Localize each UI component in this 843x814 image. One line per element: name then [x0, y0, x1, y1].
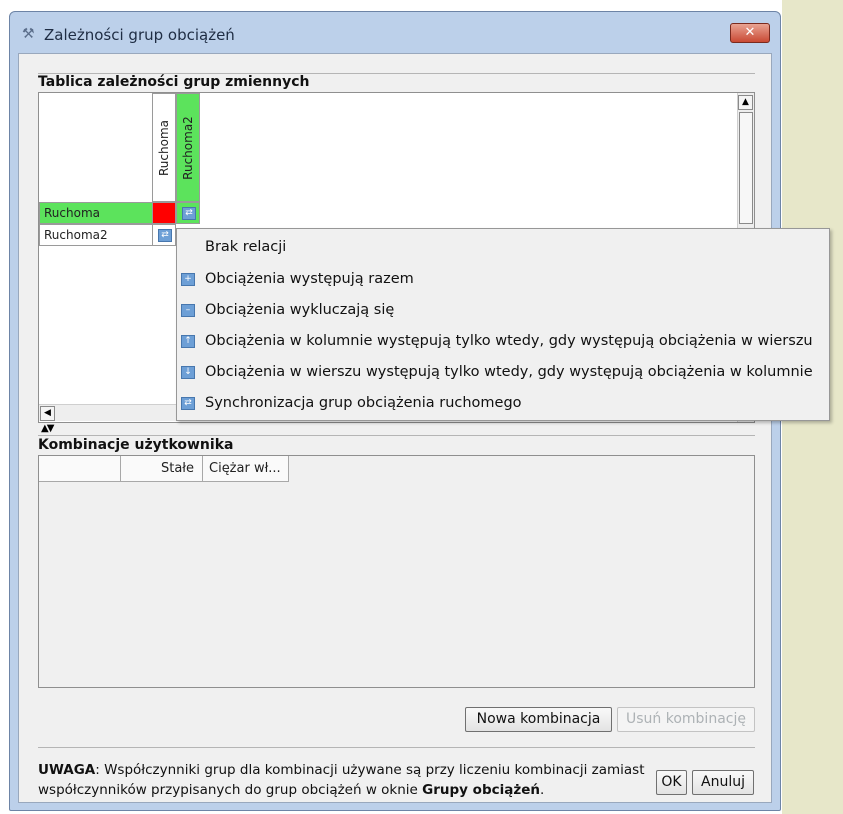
sync-icon: ⇄ — [182, 207, 196, 220]
separator — [38, 435, 755, 436]
dialog-content: Tablica zależności grup zmiennych Ruchom… — [18, 53, 772, 803]
column-depends-icon: ↑ — [181, 335, 195, 348]
menu-item-exclusive[interactable]: – Obciążenia wykluczają się — [177, 295, 829, 326]
combinations-table: Stałe Ciężar wł... — [38, 455, 755, 688]
sync-icon: ⇄ — [181, 397, 195, 410]
cell-self — [152, 202, 176, 224]
cell-relation[interactable]: ⇄ — [152, 224, 176, 246]
row-depends-icon: ↓ — [181, 366, 195, 379]
table-header-stale[interactable]: Stałe — [121, 456, 203, 482]
title-bar[interactable]: ⚒ Zależności grup obciążeń ✕ — [10, 12, 780, 52]
panel-title-user-combinations: Kombinacje użytkownika — [38, 437, 234, 453]
sync-icon: ⇄ — [158, 229, 172, 242]
warning-note: UWAGA: Współczynniki grup dla kombinacji… — [38, 760, 658, 800]
close-button[interactable]: ✕ — [730, 23, 770, 43]
plus-icon: + — [181, 273, 195, 286]
separator — [38, 747, 755, 748]
scrollbar-thumb[interactable] — [739, 112, 753, 224]
app-icon: ⚒ — [22, 26, 35, 42]
column-header-ruchoma2[interactable]: Ruchoma2 — [176, 93, 200, 202]
menu-item-label: Brak relacji — [205, 239, 287, 255]
cell-relation[interactable]: ⇄ — [176, 202, 200, 224]
menu-item-together[interactable]: + Obciążenia występują razem — [177, 264, 829, 295]
new-combination-button[interactable]: Nowa kombinacja — [465, 707, 612, 732]
row-header-ruchoma2[interactable]: Ruchoma2 — [39, 224, 153, 246]
panel-title-variable-groups: Tablica zależności grup zmiennych — [38, 74, 310, 90]
scroll-left-icon[interactable]: ◀ — [40, 406, 55, 421]
menu-item-label: Obciążenia w wierszu występują tylko wte… — [205, 364, 813, 380]
column-header-label: Ruchoma2 — [181, 115, 195, 180]
dialog-title: Zależności grup obciążeń — [44, 26, 235, 44]
note-emphasis: Grupy obciążeń — [422, 782, 540, 798]
cancel-button[interactable]: Anuluj — [692, 770, 754, 795]
column-header-ruchoma[interactable]: Ruchoma — [152, 93, 176, 202]
ok-button[interactable]: OK — [656, 770, 687, 795]
note-text: : Współczynniki grup dla kombinacji używ… — [38, 762, 645, 798]
menu-item-label: Obciążenia w kolumnie występują tylko wt… — [205, 333, 813, 349]
menu-item-sync[interactable]: ⇄ Synchronizacja grup obciążenia ruchome… — [177, 388, 829, 419]
note-end: . — [539, 782, 545, 798]
scroll-up-icon[interactable]: ▲ — [738, 95, 753, 110]
menu-item-label: Obciążenia wykluczają się — [205, 302, 395, 318]
note-label: UWAGA — [38, 762, 96, 778]
menu-item-column-depends[interactable]: ↑ Obciążenia w kolumnie występują tylko … — [177, 326, 829, 357]
horizontal-scrollbar[interactable]: ◀ — [39, 404, 179, 421]
minus-icon: – — [181, 304, 195, 317]
menu-item-label: Synchronizacja grup obciążenia ruchomego — [205, 395, 522, 411]
row-header-ruchoma[interactable]: Ruchoma — [39, 202, 153, 224]
menu-item-label: Obciążenia występują razem — [205, 271, 414, 287]
column-header-label: Ruchoma — [157, 119, 171, 176]
table-header-ciezar[interactable]: Ciężar wł... — [203, 456, 289, 482]
delete-combination-button[interactable]: Usuń kombinację — [617, 707, 755, 732]
table-header-blank[interactable] — [39, 456, 121, 482]
context-menu: Brak relacji + Obciążenia występują raze… — [176, 228, 830, 421]
menu-item-no-relation[interactable]: Brak relacji — [177, 232, 829, 263]
menu-item-row-depends[interactable]: ↓ Obciążenia w wierszu występują tylko w… — [177, 357, 829, 388]
splitter-arrows-icon[interactable]: ▲▼ — [41, 423, 54, 434]
